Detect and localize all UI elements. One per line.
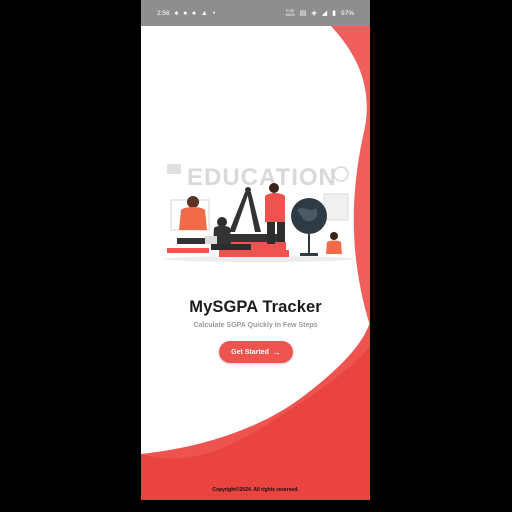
get-started-label: Get Started	[231, 348, 269, 356]
app-subtitle: Calculate SGPA Quickly In Few Steps	[193, 322, 318, 329]
illustration-title: EDUCATION	[187, 164, 337, 191]
snapchat-icon: ♠	[174, 9, 179, 17]
signal-icon: ◢	[321, 9, 328, 17]
net-speed: 0.00 KB/S	[286, 9, 295, 17]
get-started-button[interactable]: Get Started →	[219, 341, 293, 363]
battery-level: 97%	[340, 9, 354, 17]
battery-icon: ▮	[332, 9, 336, 17]
app-title: MySGPA Tracker	[189, 298, 322, 316]
wifi-icon: ◈	[311, 9, 317, 17]
drive-icon: ▲	[200, 9, 208, 17]
status-left: 2:56 ♠ ♠ ♠ ▲ •	[157, 0, 215, 26]
net-speed-unit: KB/S	[285, 12, 295, 17]
status-time: 2:56	[157, 9, 170, 17]
snapchat-icon: ♠	[192, 9, 196, 17]
snapchat-icon: ♠	[183, 9, 188, 17]
book-icon	[167, 164, 181, 174]
more-dot-icon: •	[212, 9, 216, 17]
status-bar: 2:56 ♠ ♠ ♠ ▲ • 0.00 KB/S ▤ ◈ ◢ ▮ 97%	[141, 0, 370, 26]
education-illustration: EDUCATION	[164, 164, 354, 262]
copyright-text: Copyright©2024. All rights reserved.	[212, 487, 299, 493]
phone-screen: 2:56 ♠ ♠ ♠ ▲ • 0.00 KB/S ▤ ◈ ◢ ▮ 97% EDU…	[141, 0, 370, 500]
vibrate-icon: ▤	[299, 9, 307, 17]
welcome-screen: EDUCATION MySGPA Tracker Calculate SGPA …	[141, 26, 370, 500]
arrow-right-icon: →	[271, 346, 281, 357]
status-right: 0.00 KB/S ▤ ◈ ◢ ▮ 97%	[286, 0, 354, 26]
